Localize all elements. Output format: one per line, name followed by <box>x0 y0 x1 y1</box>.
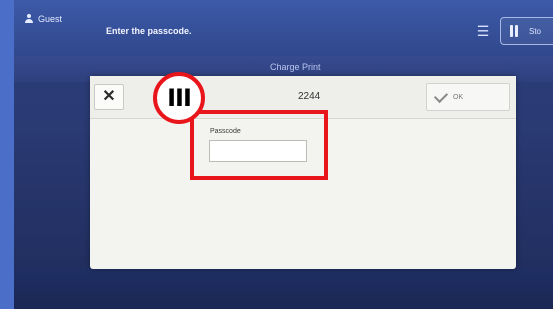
check-icon <box>433 88 449 103</box>
bottom-area <box>14 269 553 309</box>
menu-button[interactable]: ☰ <box>472 22 494 40</box>
stop-button[interactable]: Sto <box>500 17 553 45</box>
menu-icon: ☰ <box>476 23 490 39</box>
highlight-box <box>190 110 328 180</box>
stop-label: Sto <box>529 26 542 36</box>
close-button[interactable]: ✕ <box>94 84 124 110</box>
ok-button[interactable]: OK <box>426 83 510 111</box>
screen-title: Charge Print <box>270 62 321 72</box>
pause-icon <box>509 25 519 37</box>
account-code: 2244 <box>298 91 321 102</box>
guest-user[interactable]: Guest <box>24 14 62 24</box>
ok-label: OK <box>453 93 464 101</box>
passcode-prompt: Enter the passcode. <box>106 26 192 36</box>
close-icon: ✕ <box>102 88 116 105</box>
top-bar: Guest Enter the passcode. ☰ Sto <box>14 0 553 56</box>
step-badge: III <box>153 72 205 124</box>
user-label: Guest <box>38 14 63 24</box>
user-icon <box>24 14 34 24</box>
